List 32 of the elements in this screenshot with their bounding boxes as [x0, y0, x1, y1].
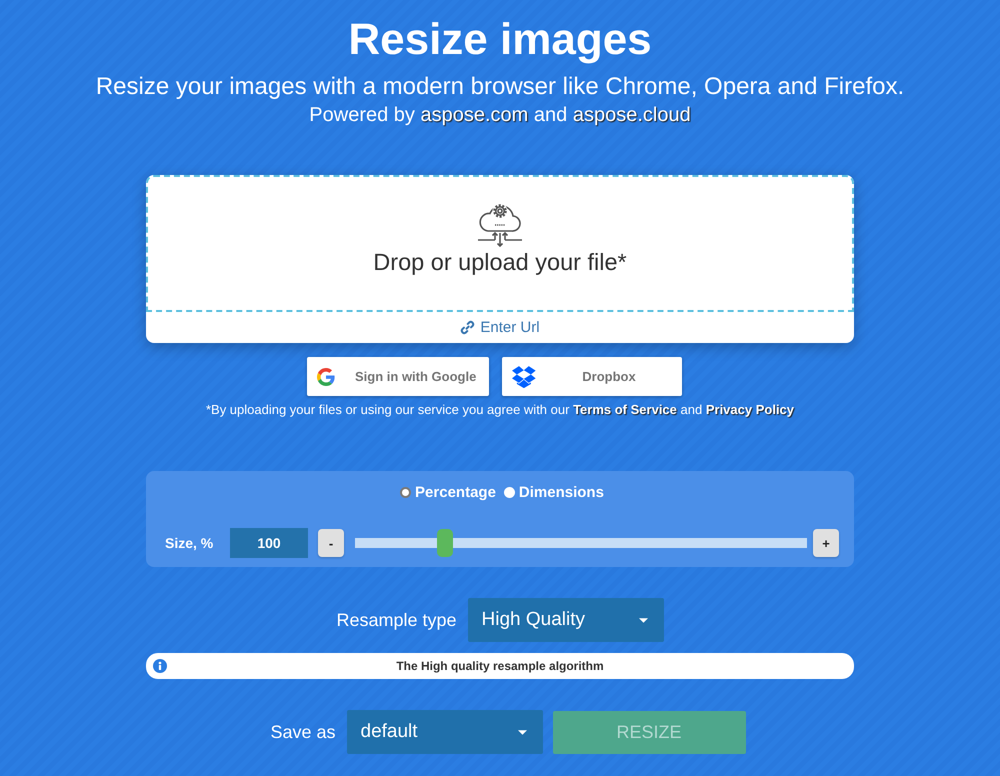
link-icon	[460, 320, 476, 335]
page-title: Resize images	[348, 14, 652, 66]
powered-by-link[interactable]: aspose.com	[420, 104, 528, 126]
resample-type-label: Resample type	[336, 610, 457, 630]
notice-link[interactable]: Privacy Policy	[706, 402, 794, 417]
powered-by-link[interactable]: aspose.cloud	[572, 104, 691, 126]
info-text: The High quality resample algorithm	[395, 659, 605, 673]
google-sign-in-button[interactable]: Sign in with Google	[307, 357, 489, 396]
slider-thumb[interactable]	[437, 529, 454, 557]
size-label: Size, %	[165, 535, 214, 551]
dropbox-button[interactable]: Dropbox	[502, 357, 682, 396]
enter-url-link[interactable]: Enter Url	[460, 319, 540, 336]
terms-notice: *By uploading your files or using our service you agree with our Terms of Service and Privacy Policy	[206, 401, 794, 419]
google-g-icon	[317, 368, 335, 386]
radio-label[interactable]: Dimensions	[518, 484, 604, 500]
notice-link[interactable]: Terms of Service	[573, 402, 677, 417]
info-icon	[153, 659, 167, 673]
caret-icon	[518, 730, 527, 734]
powered-by-text: Powered by aspose.com and aspose.cloud	[309, 103, 691, 127]
save-as-label: Save as	[270, 722, 336, 742]
decrease-button[interactable]: -	[318, 529, 344, 557]
caret-icon	[638, 618, 648, 622]
radio-label[interactable]: Percentage	[415, 484, 496, 500]
drop-zone[interactable]: Drop or upload your file*	[146, 175, 854, 312]
increase-button[interactable]: +	[813, 529, 839, 557]
dropbox-icon	[512, 366, 536, 388]
drop-prompt: Drop or upload your file*	[373, 248, 627, 276]
radio-button[interactable]	[400, 486, 412, 498]
save-format-dropdown[interactable]: default	[346, 710, 543, 754]
page-subtitle: Resize your images with a modern browser like Chrome, Opera and Firefox.	[96, 73, 904, 101]
resample-type-dropdown[interactable]: High Quality	[468, 598, 664, 642]
size-value-field[interactable]: 100	[230, 528, 308, 558]
